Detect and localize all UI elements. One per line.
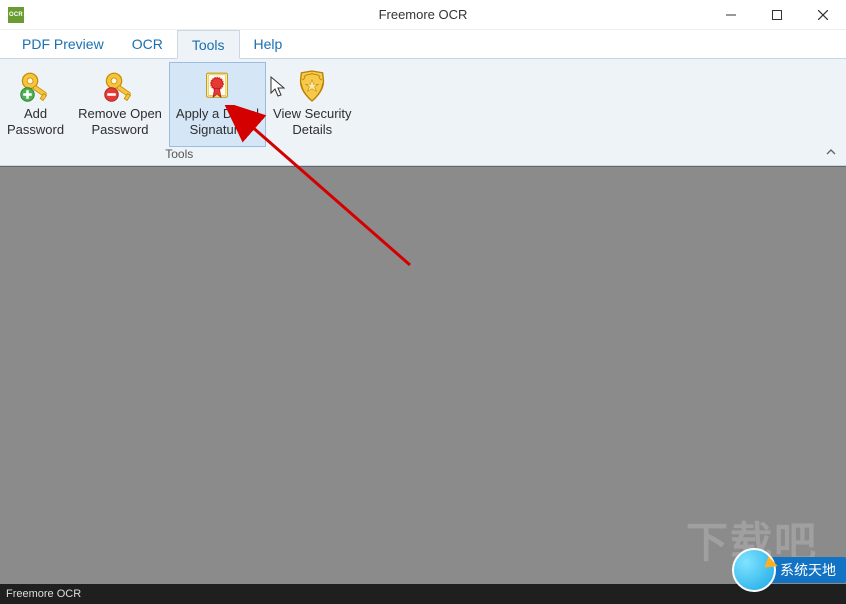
menu-ocr[interactable]: OCR <box>118 30 177 58</box>
remove-open-password-button[interactable]: Remove Open Password <box>71 62 169 147</box>
content-area <box>0 166 846 584</box>
statusbar: Freemore OCR <box>0 584 846 604</box>
minimize-button[interactable] <box>708 0 754 30</box>
shield-icon <box>297 69 327 103</box>
ribbon-group-label: Tools <box>165 147 193 164</box>
seal-icon <box>201 70 233 102</box>
badge-icon <box>732 548 776 592</box>
view-security-details-button[interactable]: View Security Details <box>266 62 359 147</box>
key-remove-icon <box>103 69 137 103</box>
ribbon-group-tools: Add Password Remove Open Password <box>0 59 359 165</box>
ribbon: Add Password Remove Open Password <box>0 58 846 166</box>
remove-open-password-label: Remove Open Password <box>78 106 162 138</box>
maximize-button[interactable] <box>754 0 800 30</box>
window-controls <box>708 0 846 30</box>
titlebar: OCR Freemore OCR <box>0 0 846 30</box>
key-add-icon <box>19 69 53 103</box>
apply-digital-signature-button[interactable]: Apply a Digital Signature <box>169 62 266 147</box>
ribbon-collapse-button[interactable] <box>824 145 838 159</box>
status-text: Freemore OCR <box>6 588 81 600</box>
add-password-button[interactable]: Add Password <box>0 62 71 147</box>
site-badge: 系统天地 <box>732 548 846 592</box>
menu-help[interactable]: Help <box>240 30 297 58</box>
close-button[interactable] <box>800 0 846 30</box>
menu-pdf-preview[interactable]: PDF Preview <box>8 30 118 58</box>
menu-tools[interactable]: Tools <box>177 30 240 59</box>
add-password-label: Add Password <box>7 106 64 138</box>
apply-digital-signature-label: Apply a Digital Signature <box>176 106 259 138</box>
view-security-details-label: View Security Details <box>273 106 352 138</box>
menubar: PDF Preview OCR Tools Help <box>0 30 846 58</box>
